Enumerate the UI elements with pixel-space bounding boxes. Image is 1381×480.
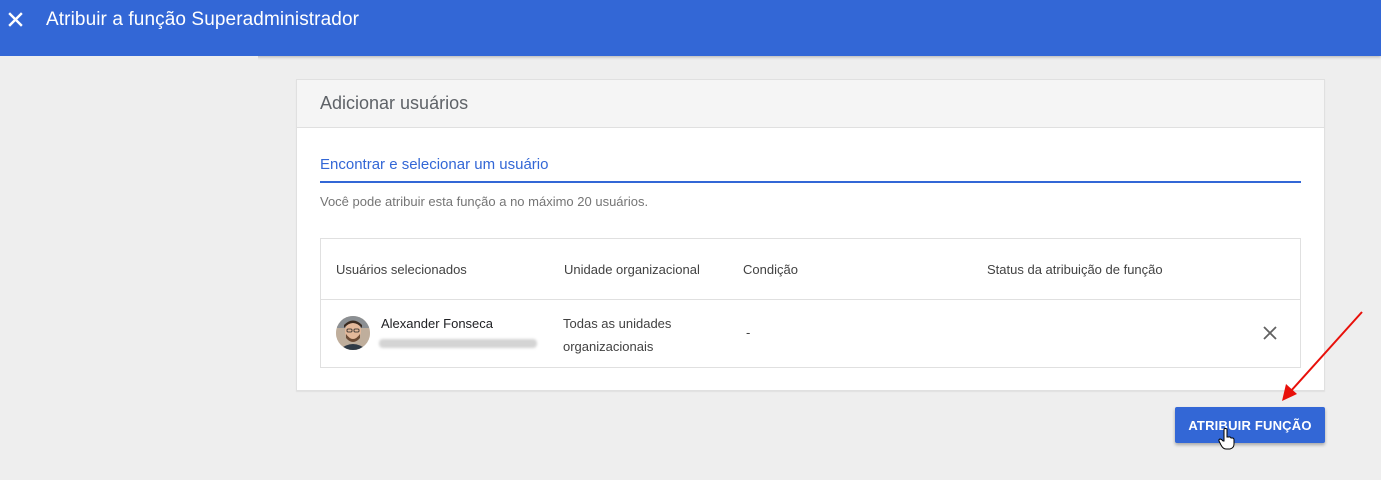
app-header: Atribuir a função Superadministrador xyxy=(0,0,1381,56)
assign-role-button[interactable]: ATRIBUIR FUNÇÃO xyxy=(1175,407,1325,443)
close-icon xyxy=(8,12,23,27)
user-email-redacted xyxy=(379,339,537,348)
left-panel xyxy=(0,56,258,480)
org-unit-value: Todas as unidades organizacionais xyxy=(563,316,672,354)
column-header-status: Status da atribuição de função xyxy=(987,262,1163,277)
user-search-input[interactable] xyxy=(320,148,1301,183)
close-button[interactable] xyxy=(5,9,27,31)
column-header-org-unit: Unidade organizacional xyxy=(564,262,700,277)
page-title: Atribuir a função Superadministrador xyxy=(46,9,360,30)
condition-value: - xyxy=(746,325,751,340)
close-icon xyxy=(1263,326,1277,340)
user-name: Alexander Fonseca xyxy=(381,316,494,331)
column-header-condition: Condição xyxy=(743,262,798,277)
avatar xyxy=(336,316,370,350)
max-users-hint: Você pode atribuir esta função a no máxi… xyxy=(320,194,649,209)
card-title: Adicionar usuários xyxy=(320,93,469,113)
remove-user-button[interactable] xyxy=(1259,322,1281,344)
selected-users-table: Usuários selecionados Unidade organizaci… xyxy=(320,238,1301,368)
table-header: Usuários selecionados Unidade organizaci… xyxy=(321,239,1300,300)
add-users-card: Adicionar usuários Você pode atribuir es… xyxy=(296,79,1325,391)
card-header: Adicionar usuários xyxy=(297,80,1324,128)
column-header-users: Usuários selecionados xyxy=(336,262,467,277)
table-row: Alexander Fonseca Todas as unidades orga… xyxy=(321,300,1300,367)
